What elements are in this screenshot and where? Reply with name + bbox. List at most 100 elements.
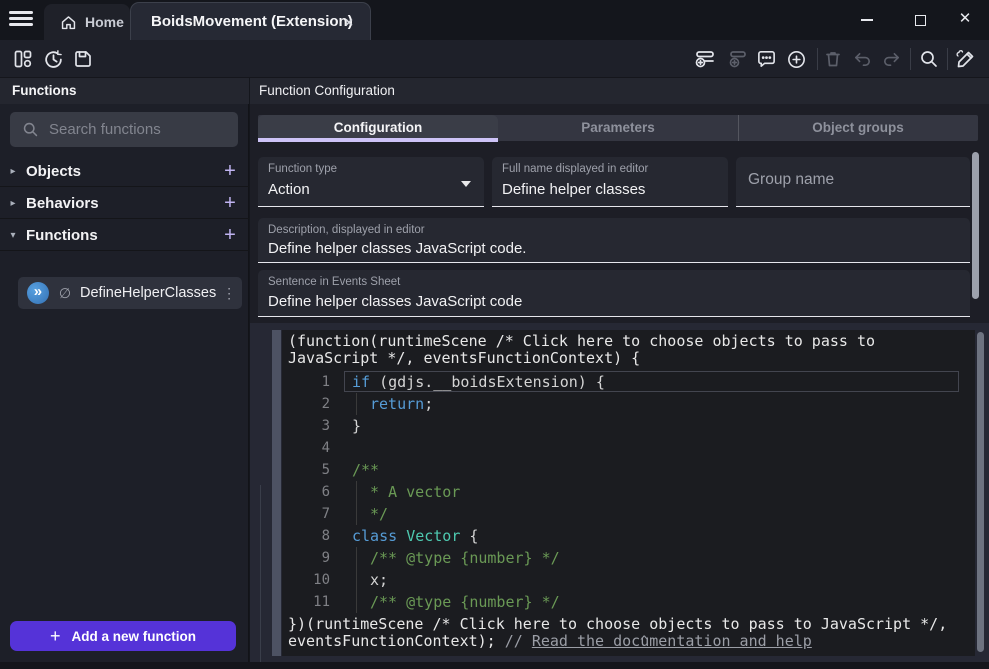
layout-panels-icon <box>13 49 33 69</box>
history-button[interactable] <box>42 48 64 70</box>
sentence-input[interactable]: Sentence in Events Sheet Define helper c… <box>258 270 970 317</box>
function-type-select[interactable]: Function type Action <box>258 157 484 207</box>
line-number: 11 <box>282 591 330 613</box>
indent-guide <box>356 547 357 569</box>
line-number: 9 <box>282 547 330 569</box>
tab-object-groups[interactable]: Object groups <box>738 115 978 141</box>
code-wrapper-header[interactable]: (function(runtimeScene /* Click here to … <box>288 333 965 367</box>
indent-guide <box>356 569 357 591</box>
maximize-icon <box>915 15 926 26</box>
delete-button[interactable] <box>822 48 844 70</box>
code-wrapper-footer[interactable]: })(runtimeScene /* Click here to choose … <box>288 616 965 650</box>
code-line[interactable]: 3} <box>282 415 975 437</box>
window-bottom-edge <box>0 662 989 669</box>
description-input[interactable]: Description, displayed in editor Define … <box>258 218 970 263</box>
event-drag-handle[interactable] <box>272 330 281 656</box>
tab-extension[interactable]: BoidsMovement (Extension) × <box>130 2 371 40</box>
code-line[interactable]: 11/** @type {number} */ <box>282 591 975 613</box>
tab-extension-label: BoidsMovement (Extension) <box>151 13 353 30</box>
undo-icon <box>852 49 873 70</box>
function-icon: » <box>27 282 49 304</box>
chevron-right-icon: ▸ <box>0 166 26 177</box>
add-event-icon <box>694 48 716 70</box>
code-line[interactable]: 2return; <box>282 393 975 415</box>
line-number: 1 <box>282 371 330 393</box>
add-object-button[interactable]: + <box>211 160 249 183</box>
sidebar-section-objects[interactable]: ▸ Objects + <box>0 156 249 187</box>
sidebar-section-functions[interactable]: ▾ Functions + <box>0 220 249 251</box>
indent-guide <box>356 591 357 613</box>
add-subevent-button[interactable] <box>726 48 748 70</box>
window-close-button[interactable]: ✕ <box>950 6 980 32</box>
window-maximize-button[interactable] <box>905 6 935 32</box>
line-number: 3 <box>282 415 330 437</box>
js-code-event[interactable]: (function(runtimeScene /* Click here to … <box>282 330 975 656</box>
current-line-highlight <box>344 371 959 392</box>
title-bar: Home BoidsMovement (Extension) × ✕ <box>0 0 989 40</box>
open-project-manager-button[interactable] <box>12 48 34 70</box>
add-function-button[interactable]: + <box>211 224 249 247</box>
item-menu-button[interactable]: ⋮ <box>216 285 242 302</box>
line-number: 7 <box>282 503 330 525</box>
search-events-button[interactable] <box>918 48 940 70</box>
code-line[interactable]: 5/** <box>282 459 975 481</box>
search-icon <box>919 49 939 69</box>
trash-icon <box>823 49 843 69</box>
tab-parameters[interactable]: Parameters <box>498 115 738 141</box>
code-line[interactable]: 6 * A vector <box>282 481 975 503</box>
sidebar-section-behaviors[interactable]: ▸ Behaviors + <box>0 188 249 219</box>
line-number: 5 <box>282 459 330 481</box>
search-functions-input[interactable]: Search functions <box>10 112 238 147</box>
line-number: 10 <box>282 569 330 591</box>
code-line[interactable]: 9/** @type {number} */ <box>282 547 975 569</box>
line-number: 8 <box>282 525 330 547</box>
line-number: 4 <box>282 437 330 459</box>
config-tabs-bar: Configuration Parameters Object groups <box>258 115 978 141</box>
event-indent-line <box>260 485 261 662</box>
code-line[interactable]: 7 */ <box>282 503 975 525</box>
tab-close-icon[interactable]: × <box>340 13 358 31</box>
toolbar: Preview Share <box>0 40 989 78</box>
tab-configuration[interactable]: Configuration <box>258 115 498 141</box>
chevron-down-icon: ▾ <box>0 230 26 241</box>
code-line[interactable]: 8class Vector { <box>282 525 975 547</box>
home-icon <box>60 14 77 31</box>
code-lines: 1if (gdjs.__boidsExtension) {2return;3}4… <box>282 371 975 613</box>
add-event-button[interactable] <box>694 48 716 70</box>
toolbar-separator <box>910 48 911 70</box>
tab-home[interactable]: Home <box>44 4 130 40</box>
add-comment-button[interactable] <box>755 48 777 70</box>
minimize-icon <box>861 19 873 21</box>
events-sheet: (function(runtimeScene /* Click here to … <box>250 323 989 662</box>
add-behavior-button[interactable]: + <box>211 192 249 215</box>
line-number: 6 <box>282 481 330 503</box>
redo-button[interactable] <box>880 48 902 70</box>
dropdown-arrow-icon <box>461 181 471 187</box>
search-placeholder: Search functions <box>49 121 161 138</box>
indent-guide <box>356 481 357 503</box>
search-icon <box>22 121 39 138</box>
code-line[interactable]: 1if (gdjs.__boidsExtension) { <box>282 371 975 393</box>
add-other-event-button[interactable] <box>785 48 807 70</box>
add-new-function-button[interactable]: + Add a new function <box>10 621 236 651</box>
undo-button[interactable] <box>851 48 873 70</box>
collapse-caret[interactable]: ^ <box>640 634 648 650</box>
main-menu-button[interactable] <box>9 11 33 29</box>
full-name-input[interactable]: Full name displayed in editor Define hel… <box>492 157 728 207</box>
function-item-label: DefineHelperClasses <box>80 285 216 301</box>
function-item-definehelperclasses[interactable]: » ∅ DefineHelperClasses ⋮ <box>18 277 242 309</box>
documentation-link[interactable]: Read the documentation and help <box>532 632 812 650</box>
redo-icon <box>881 49 902 70</box>
plus-circle-icon <box>786 49 807 70</box>
edit-extension-button[interactable] <box>955 48 977 70</box>
code-line[interactable]: 4 <box>282 437 975 459</box>
window-minimize-button[interactable] <box>852 6 882 32</box>
indent-guide <box>356 393 357 415</box>
code-line[interactable]: 10x; <box>282 569 975 591</box>
group-name-input[interactable]: Group name <box>736 157 970 207</box>
save-button[interactable] <box>72 48 94 70</box>
form-scrollbar[interactable] <box>972 152 979 299</box>
code-scrollbar[interactable] <box>977 332 984 652</box>
toolbar-separator <box>817 48 818 70</box>
app-window: Home BoidsMovement (Extension) × ✕ <box>0 0 989 669</box>
